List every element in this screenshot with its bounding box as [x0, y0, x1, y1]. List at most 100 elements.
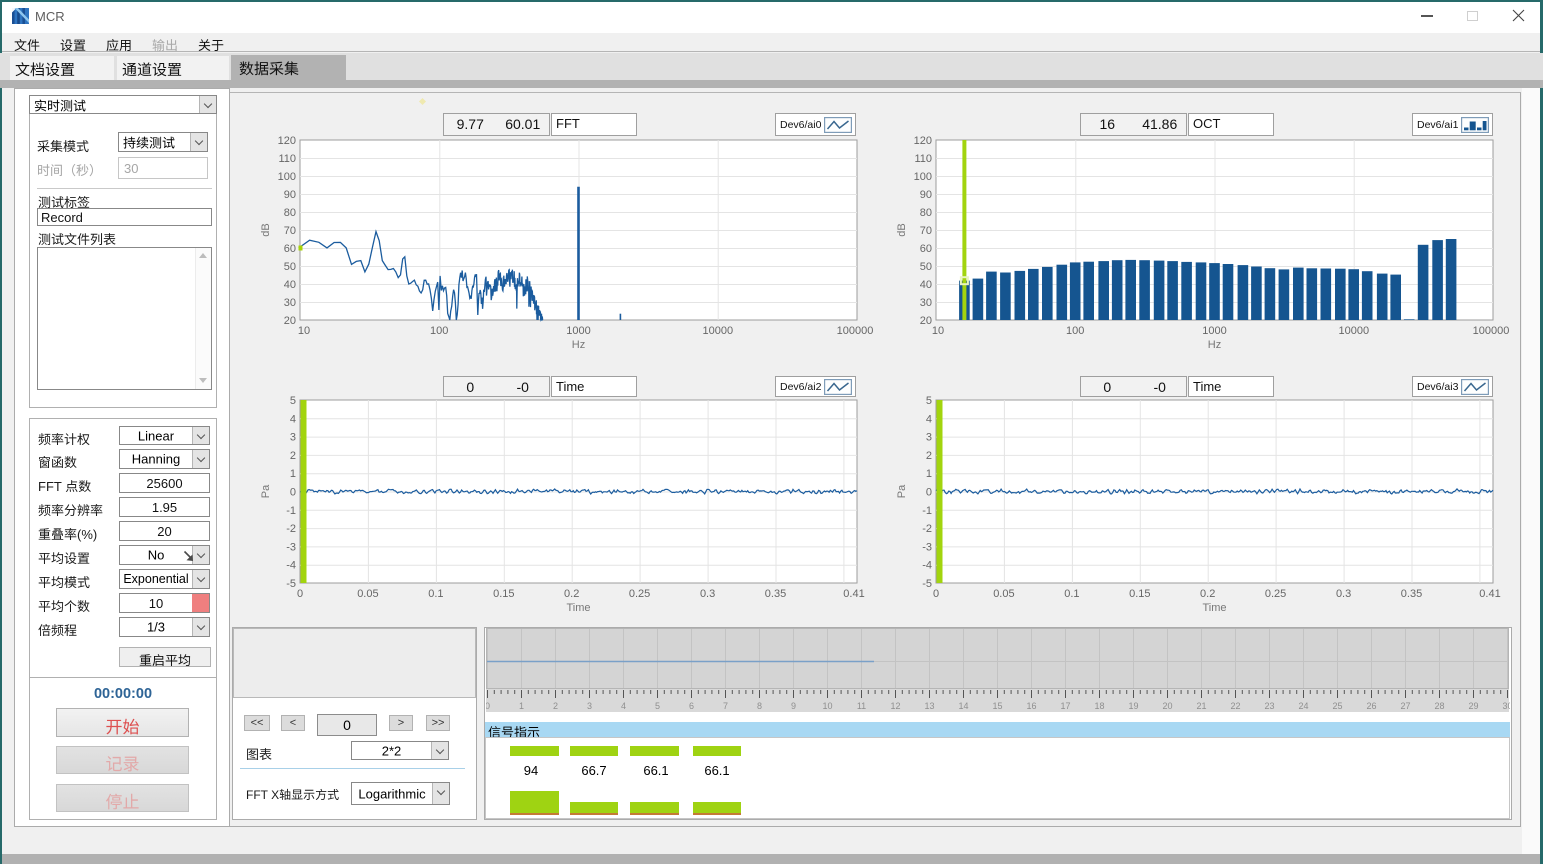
svg-text:120: 120: [278, 135, 296, 147]
svg-text:0.35: 0.35: [765, 588, 786, 600]
svg-text:20: 20: [920, 315, 932, 327]
svg-text:4: 4: [290, 413, 296, 425]
svg-text:4: 4: [621, 701, 626, 711]
svg-text:0.25: 0.25: [629, 588, 650, 600]
svg-text:Pa: Pa: [260, 484, 272, 498]
svg-text:0: 0: [297, 588, 303, 600]
svg-text:10: 10: [822, 701, 832, 711]
svg-text:0.2: 0.2: [564, 588, 579, 600]
svg-text:Pa: Pa: [896, 484, 908, 498]
svg-text:1000: 1000: [566, 325, 590, 337]
svg-text:120: 120: [914, 135, 932, 147]
svg-text:2: 2: [290, 450, 296, 462]
svg-text:10000: 10000: [1339, 325, 1370, 337]
svg-text:110: 110: [914, 153, 932, 165]
svg-text:30: 30: [920, 297, 932, 309]
svg-text:100000: 100000: [837, 325, 874, 337]
svg-text:0.3: 0.3: [1336, 588, 1351, 600]
svg-text:27: 27: [1400, 701, 1410, 711]
svg-text:-3: -3: [922, 541, 932, 553]
svg-text:-1: -1: [286, 505, 296, 517]
svg-text:100: 100: [914, 171, 932, 183]
svg-text:0.1: 0.1: [1064, 588, 1079, 600]
svg-text:10: 10: [298, 325, 310, 337]
svg-text:5: 5: [655, 701, 660, 711]
svg-text:100: 100: [278, 171, 296, 183]
svg-text:21: 21: [1196, 701, 1206, 711]
svg-text:70: 70: [284, 225, 296, 237]
svg-text:11: 11: [857, 701, 866, 711]
svg-text:Hz: Hz: [572, 339, 585, 351]
svg-text:5: 5: [926, 395, 932, 407]
svg-text:1: 1: [519, 701, 524, 711]
svg-text:4: 4: [926, 413, 932, 425]
svg-text:0: 0: [926, 487, 932, 499]
svg-text:2: 2: [553, 701, 558, 711]
svg-text:Hz: Hz: [1208, 339, 1221, 351]
svg-text:15: 15: [992, 701, 1002, 711]
svg-text:70: 70: [920, 225, 932, 237]
svg-text:3: 3: [926, 432, 932, 444]
svg-text:16: 16: [1026, 701, 1036, 711]
svg-text:1: 1: [290, 468, 296, 480]
svg-text:3: 3: [587, 701, 592, 711]
svg-text:8: 8: [757, 701, 762, 711]
svg-text:28: 28: [1434, 701, 1444, 711]
svg-text:60: 60: [284, 243, 296, 255]
svg-text:7: 7: [723, 701, 728, 711]
svg-text:18: 18: [1094, 701, 1104, 711]
svg-text:0.05: 0.05: [357, 588, 378, 600]
svg-text:dB: dB: [260, 223, 272, 236]
svg-text:3: 3: [290, 432, 296, 444]
svg-text:100: 100: [430, 325, 448, 337]
svg-text:19: 19: [1128, 701, 1138, 711]
svg-text:dB: dB: [896, 223, 908, 236]
svg-text:20: 20: [284, 315, 296, 327]
svg-text:90: 90: [284, 189, 296, 201]
svg-text:0.2: 0.2: [1200, 588, 1215, 600]
svg-text:80: 80: [920, 207, 932, 219]
svg-text:-3: -3: [286, 541, 296, 553]
svg-text:0.1: 0.1: [428, 588, 443, 600]
svg-text:9: 9: [791, 701, 796, 711]
svg-text:40: 40: [920, 279, 932, 291]
svg-text:Time: Time: [1202, 602, 1226, 614]
svg-text:0: 0: [486, 701, 490, 711]
svg-text:0.25: 0.25: [1265, 588, 1286, 600]
svg-text:-4: -4: [286, 560, 296, 572]
svg-text:30: 30: [284, 297, 296, 309]
svg-text:-2: -2: [286, 523, 296, 535]
svg-text:10: 10: [932, 325, 944, 337]
svg-text:100000: 100000: [1473, 325, 1510, 337]
svg-text:13: 13: [924, 701, 934, 711]
svg-text:1000: 1000: [1202, 325, 1226, 337]
svg-text:0.41: 0.41: [1479, 588, 1500, 600]
svg-text:30: 30: [1502, 701, 1510, 711]
svg-text:-5: -5: [922, 578, 932, 590]
svg-text:12: 12: [890, 701, 900, 711]
svg-text:2: 2: [926, 450, 932, 462]
svg-text:0.3: 0.3: [700, 588, 715, 600]
svg-text:25: 25: [1332, 701, 1342, 711]
svg-text:0.15: 0.15: [493, 588, 514, 600]
svg-text:0: 0: [933, 588, 939, 600]
svg-text:0.35: 0.35: [1401, 588, 1422, 600]
svg-text:5: 5: [290, 395, 296, 407]
svg-text:Time: Time: [566, 602, 590, 614]
svg-text:-4: -4: [922, 560, 932, 572]
svg-text:50: 50: [920, 261, 932, 273]
svg-text:50: 50: [284, 261, 296, 273]
svg-text:0: 0: [290, 487, 296, 499]
svg-text:29: 29: [1468, 701, 1478, 711]
svg-text:0.41: 0.41: [843, 588, 864, 600]
svg-text:24: 24: [1298, 701, 1308, 711]
svg-text:14: 14: [958, 701, 968, 711]
svg-text:1: 1: [926, 468, 932, 480]
svg-text:0.15: 0.15: [1129, 588, 1150, 600]
svg-text:40: 40: [284, 279, 296, 291]
svg-text:6: 6: [689, 701, 694, 711]
svg-text:110: 110: [278, 153, 296, 165]
svg-text:23: 23: [1264, 701, 1274, 711]
svg-text:10000: 10000: [703, 325, 734, 337]
svg-text:-1: -1: [922, 505, 932, 517]
